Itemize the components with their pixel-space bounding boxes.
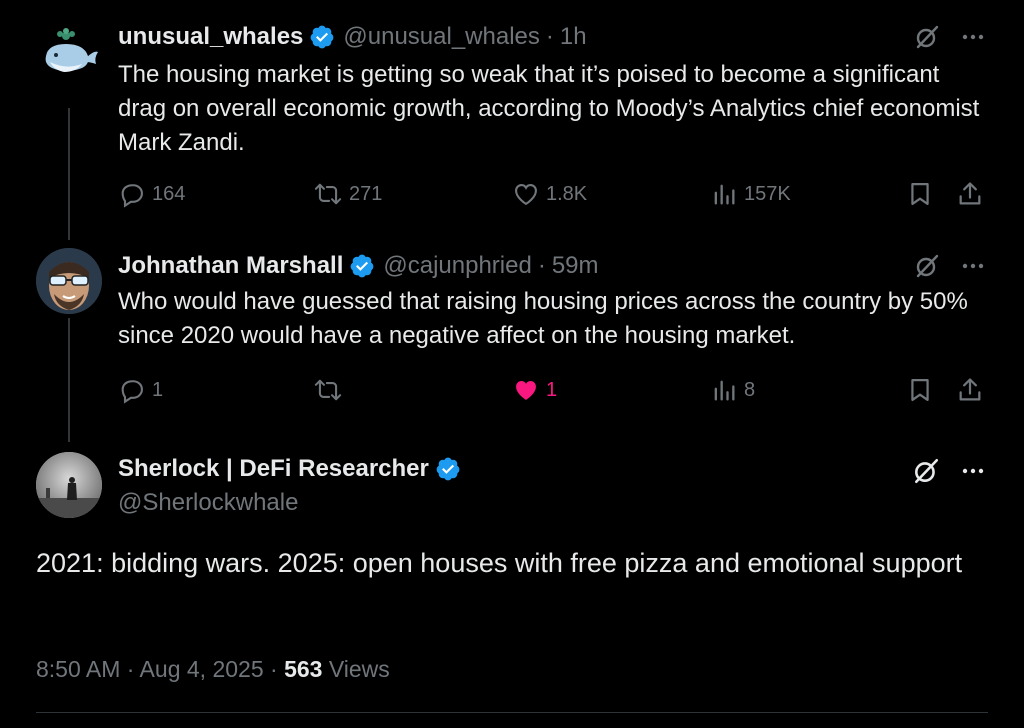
timestamp[interactable]: 1h: [560, 23, 587, 51]
views-icon: [714, 184, 735, 205]
reply-icon: [121, 380, 143, 404]
conversation-thread: unusual_whales @unusual_whales · 1h The …: [0, 0, 1024, 728]
tweet-top-actions: [914, 251, 986, 281]
display-name[interactable]: Johnathan Marshall: [118, 252, 343, 280]
repost-count: 271: [349, 182, 383, 205]
whale-avatar-icon: [36, 22, 102, 88]
reply-button[interactable]: 1: [118, 375, 163, 405]
share-icon: [959, 182, 981, 205]
thread-connector: [68, 108, 70, 240]
views-count: 8: [744, 378, 756, 401]
avatar[interactable]: [36, 452, 102, 518]
more-icon[interactable]: [960, 458, 986, 484]
repost-icon: [314, 183, 342, 205]
tweet-text: Who would have guessed that raising hous…: [118, 288, 968, 349]
divider: [36, 712, 988, 713]
timestamp[interactable]: 59m: [552, 252, 599, 280]
grok-icon[interactable]: [914, 24, 940, 50]
verified-badge-icon: [349, 253, 375, 279]
avatar[interactable]: [36, 248, 102, 314]
like-count: 1: [546, 378, 558, 401]
reply-icon: [121, 184, 143, 208]
more-icon[interactable]: [960, 24, 986, 50]
verified-badge-icon: [435, 456, 461, 482]
heart-filled-icon: [516, 381, 536, 400]
grok-icon[interactable]: [912, 457, 940, 485]
views-icon: [714, 380, 735, 401]
handle[interactable]: @cajunphried: [383, 252, 531, 280]
repost-button[interactable]: [313, 375, 343, 405]
silhouette-avatar-icon: [36, 452, 102, 518]
avatar[interactable]: [36, 22, 102, 88]
tweet-top-actions: [914, 22, 986, 52]
handle[interactable]: @unusual_whales: [343, 23, 540, 51]
tweet-header: Sherlock | DeFi Researcher: [118, 454, 469, 484]
grok-icon[interactable]: [914, 253, 940, 279]
tweet-actions: 164 271 1.8K 157K: [118, 179, 988, 209]
thread-connector: [68, 318, 70, 442]
verified-badge-icon: [309, 24, 335, 50]
share-button[interactable]: [956, 375, 984, 405]
views-count: 563: [284, 656, 323, 682]
share-button[interactable]: [956, 179, 984, 209]
views-button[interactable]: 8: [710, 375, 755, 405]
sunglasses-man-avatar-icon: [36, 248, 102, 314]
reply-count: 1: [152, 378, 164, 401]
views-count: 157K: [744, 182, 791, 205]
bookmark-button[interactable]: [906, 375, 934, 405]
separator-dot: ·: [537, 252, 546, 279]
like-button[interactable]: 1: [512, 375, 557, 405]
reply-button[interactable]: 164: [118, 179, 185, 209]
focal-tweet-text: 2021: bidding wars. 2025: open houses wi…: [36, 548, 963, 578]
display-name[interactable]: unusual_whales: [118, 23, 303, 51]
tweet-meta: 8:50 AM · Aug 4, 2025 · 563 Views: [36, 656, 390, 683]
views-button[interactable]: 157K: [710, 179, 791, 209]
separator-dot: ·: [545, 23, 554, 50]
share-icon: [959, 378, 981, 401]
bookmark-icon: [911, 378, 929, 402]
views-label: Views: [322, 656, 390, 682]
tweet-top-actions: [912, 456, 986, 486]
tweet-header: unusual_whales @unusual_whales · 1h: [118, 22, 587, 52]
tweet-header: Johnathan Marshall @cajunphried · 59m: [118, 251, 599, 281]
bookmark-icon: [911, 182, 929, 206]
bookmark-button[interactable]: [906, 179, 934, 209]
heart-icon: [515, 183, 537, 206]
like-count: 1.8K: [546, 182, 588, 205]
tweet-handle-row: @Sherlockwhale: [118, 488, 298, 518]
like-button[interactable]: 1.8K: [512, 179, 587, 209]
tweet-text: The housing market is getting so weak th…: [118, 61, 980, 156]
handle[interactable]: @Sherlockwhale: [118, 489, 298, 517]
tweet-timestamp[interactable]: 8:50 AM · Aug 4, 2025 ·: [36, 656, 284, 682]
repost-icon: [314, 379, 342, 401]
display-name[interactable]: Sherlock | DeFi Researcher: [118, 455, 429, 483]
tweet-actions: 1 1 8: [118, 375, 988, 405]
more-icon[interactable]: [960, 253, 986, 279]
reply-count: 164: [152, 182, 186, 205]
repost-button[interactable]: 271: [313, 179, 382, 209]
